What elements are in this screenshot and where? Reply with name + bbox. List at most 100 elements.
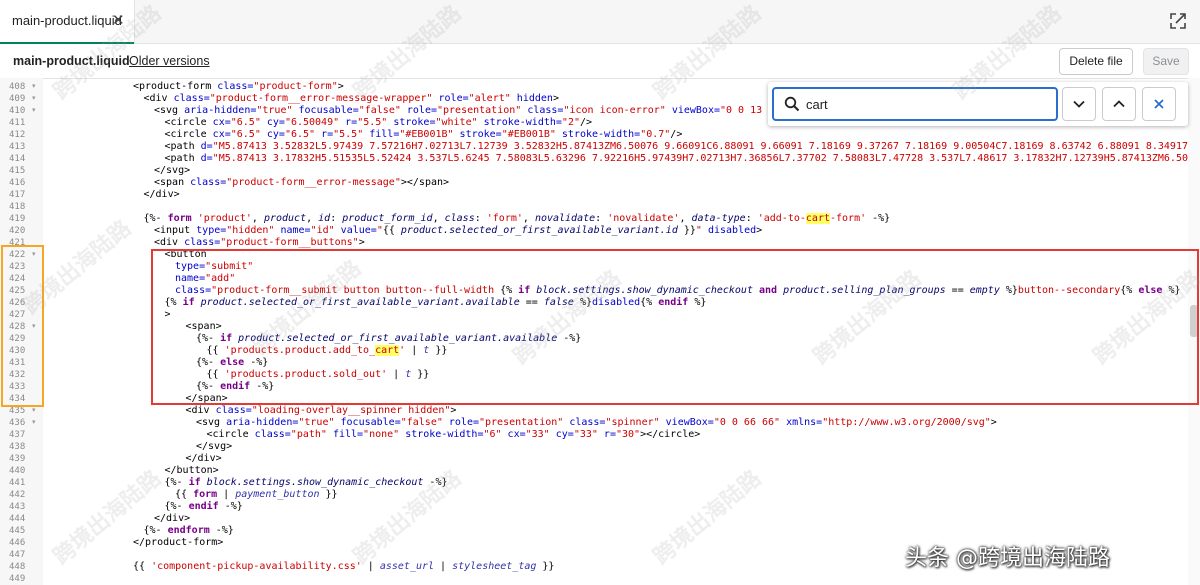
code-token-variable: block.settings.show_dynamic_checkout [200,477,424,488]
code-token-string: "true" [256,105,293,116]
code-token-attr: stroke-width= [399,429,484,440]
line-number-text: 409 [9,94,26,104]
code-token-string: "product-form__error-message" [226,177,401,188]
line-number: 420 [0,225,43,237]
code-token-tag: }} [677,225,696,236]
code-token-string: "6" [483,429,502,440]
find-widget [768,82,1188,126]
code-token-tag: {{ [175,489,194,500]
code-token-attr: focusable= [334,417,401,428]
find-previous-button[interactable] [1102,87,1136,121]
code-token-attr: fill= [326,429,364,440]
code-token-string: "loading-overlay__spinner hidden" [251,405,451,416]
code-token-tag: > [756,225,763,236]
code-token-variable: novalidate [534,213,596,224]
code-token-attr: cx= [501,429,526,440]
close-find-button[interactable] [1142,87,1176,121]
line-number: 416 [0,177,43,189]
find-next-button[interactable] [1062,87,1096,121]
code-token-tag: <svg [154,105,185,116]
save-button[interactable]: Save [1143,48,1189,75]
code-token-string: "path" [290,429,327,440]
code-token-tag: {{ [133,561,152,572]
code-token-string: "M5.87413 3.17832H5.51535L5.52424 3.537L… [212,153,1188,164]
line-number: 411 [0,117,43,129]
code-token-tag: </svg> [154,165,191,176]
code-token-attr: class= [521,105,564,116]
line-number: 419 [0,213,43,225]
code-token-tag: <div [143,93,174,104]
fold-caret-icon[interactable]: ▾ [32,81,36,93]
code-line: </div> [154,513,190,525]
code-line: <span class="product-form__error-message… [154,177,449,189]
code-line: <path d="M5.87413 3.17832H5.51535L5.5242… [165,153,1189,165]
code-token-filter: payment_button [235,489,320,500]
code-token-attr: fill= [363,129,400,140]
search-input[interactable] [806,95,1046,113]
line-number-text: 445 [9,526,26,536]
code-token-string: 'form' [486,213,523,224]
code-token-tag: : [745,213,758,224]
code-token-keyword: endif [188,501,219,512]
code-token-string: "33" [525,429,550,440]
watermark-caption: 头条 @跨境出海陆路 [905,546,1110,571]
line-number-text: 447 [9,550,26,560]
code-line: <div class="product-form__buttons"> [154,237,365,249]
file-header: main-product.liquid Older versions Delet… [0,44,1200,79]
code-line: <div class="product-form__error-message-… [144,93,559,105]
code-line: <input type="hidden" name="id" value="{{… [154,225,762,237]
code-token-tag: <svg [196,417,227,428]
older-versions-link[interactable]: Older versions [129,54,210,68]
code-line: </product-form> [133,537,223,549]
code-token-attr: class= [254,429,291,440]
code-token-attr: class= [563,417,606,428]
code-line: {%- form 'product', product, id: product… [143,213,890,225]
code-token-keyword: endform [167,525,210,536]
code-token-tag: <circle [164,117,213,128]
code-token-string: "#EB001B" [399,129,454,140]
code-token-tag: -%} [218,501,243,512]
code-token-tag: ></span> [400,177,450,188]
code-token-tag: ></circle> [640,429,701,440]
code-token-tag: {{ [382,225,401,236]
code-token-tag: }} [536,561,555,572]
line-number-text: 448 [9,562,26,572]
code-line: {%- if block.settings.show_dynamic_check… [165,477,448,489]
line-number: 449 [0,573,43,585]
line-number-text: 414 [9,154,26,164]
line-number: 444 [0,513,43,525]
code-token-string: "false" [400,417,443,428]
close-icon[interactable]: ✕ [112,11,125,29]
code-token-tag: {%- [143,213,168,224]
delete-file-button[interactable]: Delete file [1059,48,1133,75]
code-token-tag: /> [579,117,593,128]
code-token-tag: <path [164,141,201,152]
code-token-tag: , [522,213,535,224]
code-token-attr: xmlns= [780,417,823,428]
code-token-attr: aria-hidden= [184,105,257,116]
code-token-tag: </div> [185,453,222,464]
code-token-string: "icon icon-error" [563,105,666,116]
line-number: 439 [0,453,43,465]
tab-main-product[interactable]: main-product.liquid ✕ [0,0,135,44]
line-number: 448 [0,561,43,573]
expand-icon[interactable] [1168,11,1188,31]
fold-caret-icon[interactable]: ▾ [32,417,36,429]
fold-caret-icon[interactable]: ▾ [32,93,36,105]
code-line: <circle cx="6.5" cy="6.5" r="5.5" fill="… [165,129,683,141]
line-number: 447 [0,549,43,561]
line-number-text: 419 [9,214,26,224]
code-token-tag: </svg> [196,441,233,452]
code-token-string: "6.5" [284,129,316,140]
code-token-string: "5.5" [357,117,388,128]
line-number-text: 410 [9,106,26,116]
code-token-string: 'novalidate' [607,213,680,224]
find-input-box[interactable] [772,87,1058,121]
code-token-string: "6.5" [230,117,261,128]
code-token-tag: <div [185,405,216,416]
code-line: </button> [165,465,219,477]
code-token-string: "product-form__buttons" [220,237,359,248]
line-number-text: 411 [9,118,26,128]
fold-caret-icon[interactable]: ▾ [32,105,36,117]
code-token-string: "false" [358,105,401,116]
